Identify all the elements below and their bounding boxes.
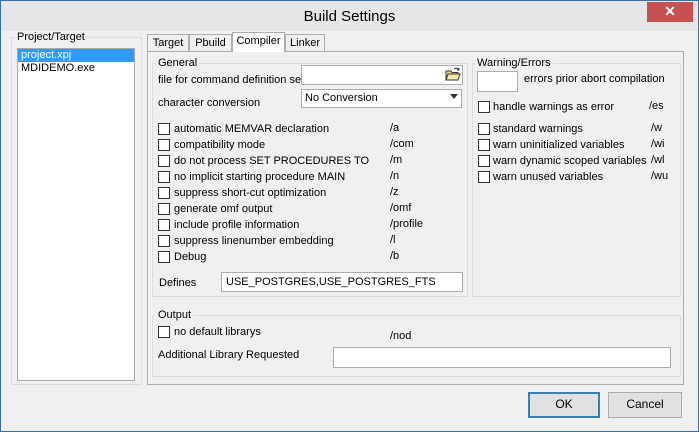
option-switch: /l [390,234,396,246]
general-legend: General [156,57,200,69]
no-default-libs-switch: /nod [390,330,412,342]
tab-pbuild[interactable]: Pbuild [189,34,232,52]
additional-library-input[interactable] [333,347,671,368]
warn-label: standard warnings [493,123,583,135]
checkbox-warn-dynamic[interactable] [478,155,490,167]
option-switch: /a [390,122,400,134]
checkbox-warn-uninit[interactable] [478,139,490,151]
checkbox-handle-warnings[interactable] [478,101,490,113]
warn-switch: /wl [651,154,665,166]
option-label: include profile information [174,219,300,231]
checkbox-profile[interactable] [158,219,170,231]
char-conv-value: No Conversion [305,92,378,104]
project-target-list[interactable]: project.xpj MDIDEMO.exe [17,48,135,381]
title-bar: Build Settings ✕ [1,1,698,31]
handle-warnings-label: handle warnings as error [493,101,615,113]
checkbox-linenumber[interactable] [158,235,170,247]
checkbox-debug[interactable] [158,251,170,263]
defines-label: Defines [159,277,197,289]
tab-linker[interactable]: Linker [285,34,325,52]
errors-prior-label: errors prior abort compilation [524,73,665,85]
warn-label: warn dynamic scoped variables [493,155,647,167]
command-file-label: file for command definition set [158,74,305,86]
warn-switch: /wu [651,170,669,182]
warn-label: warn unused variables [493,171,604,183]
option-label: do not process SET PROCEDURES TO [174,155,370,167]
chevron-down-icon [450,94,458,99]
char-conv-label: character conversion [158,97,261,109]
tab-target[interactable]: Target [147,34,189,52]
option-switch: /omf [390,202,412,214]
additional-library-label: Additional Library Requested [158,349,300,361]
command-file-input[interactable] [301,65,463,85]
option-switch: /n [390,170,400,182]
output-legend: Output [156,309,194,321]
warn-switch: /wi [651,138,665,150]
checkbox-no-main[interactable] [158,171,170,183]
checkbox-shortcut[interactable] [158,187,170,199]
char-conv-select[interactable]: No Conversion [301,89,462,108]
option-switch: /m [390,154,403,166]
list-item[interactable]: project.xpj [18,49,134,62]
handle-warnings-switch: /es [649,100,664,112]
option-label: no implicit starting procedure MAIN [174,171,346,183]
option-switch: /profile [390,218,424,230]
checkbox-set-procedures[interactable] [158,155,170,167]
checkbox-memvar[interactable] [158,123,170,135]
option-label: automatic MEMVAR declaration [174,123,330,135]
cancel-button[interactable]: Cancel [608,392,682,418]
option-label: suppress linenumber embedding [174,235,334,247]
warnings-legend: Warning/Errors [475,57,553,69]
option-switch: /z [390,186,399,198]
defines-input[interactable]: USE_POSTGRES,USE_POSTGRES_FTS [221,272,463,292]
errors-prior-input[interactable] [477,71,518,92]
option-switch: /com [390,138,414,150]
checkbox-warn-unused[interactable] [478,171,490,183]
option-label: compatibility mode [174,139,266,151]
list-item[interactable]: MDIDEMO.exe [18,62,134,75]
tab-compiler[interactable]: Compiler [232,32,285,52]
option-label: generate omf output [174,203,273,215]
close-button[interactable]: ✕ [647,2,693,22]
ok-button[interactable]: OK [528,392,600,418]
warn-label: warn uninitialized variables [493,139,625,151]
checkbox-omf[interactable] [158,203,170,215]
project-target-legend: Project/Target [15,31,87,43]
warn-switch: /w [651,122,662,134]
build-settings-window: Build Settings ✕ Project/Target project.… [0,0,699,432]
option-label: Debug [174,251,207,263]
open-folder-icon[interactable] [445,67,461,82]
checkbox-standard-warnings[interactable] [478,123,490,135]
option-label: suppress short-cut optimization [174,187,327,199]
no-default-libs-label: no default librarys [174,326,261,338]
checkbox-no-default-libs[interactable] [158,326,170,338]
checkbox-compat[interactable] [158,139,170,151]
option-switch: /b [390,250,400,262]
window-title: Build Settings [303,8,396,25]
